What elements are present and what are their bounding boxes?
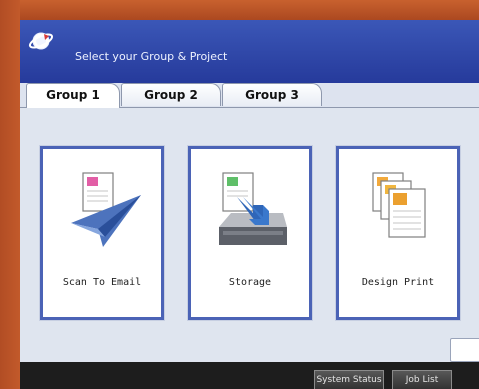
title-bar: Select your Group & Project xyxy=(20,20,479,86)
tab-group-2-label: Group 2 xyxy=(144,88,198,102)
storage-label: Storage xyxy=(228,277,272,288)
storage-tile[interactable]: Storage xyxy=(187,145,313,321)
scan-to-email-tile[interactable]: Scan To Email xyxy=(39,145,165,321)
paper-plane-scan-icon xyxy=(71,172,141,247)
design-print-label: Design Print xyxy=(361,277,435,288)
device-screen: Select your Group & Project Group 1 Grou… xyxy=(20,20,479,389)
design-print-tile[interactable]: Design Print xyxy=(335,145,461,321)
tab-group-3-label: Group 3 xyxy=(245,88,299,102)
scan-to-email-label: Scan To Email xyxy=(62,277,142,288)
device-bezel-top xyxy=(0,0,479,22)
main-panel: Scan To Email Storage Design Print xyxy=(20,108,479,362)
page-title: Select your Group & Project xyxy=(75,50,228,63)
tab-group-2[interactable]: Group 2 xyxy=(121,83,221,106)
status-bar: System Status Job List xyxy=(20,362,479,389)
job-list-button[interactable]: Job List xyxy=(392,370,452,389)
system-status-button[interactable]: System Status xyxy=(314,370,384,389)
tab-group-1[interactable]: Group 1 xyxy=(26,83,120,108)
tab-group-3[interactable]: Group 3 xyxy=(222,83,322,106)
device-bezel-left xyxy=(0,0,20,389)
storage-drive-icon xyxy=(219,172,287,245)
stacked-documents-icon xyxy=(372,172,426,238)
satellite-ring-logo-icon xyxy=(28,32,54,50)
tab-group-1-label: Group 1 xyxy=(46,88,100,102)
scroll-button[interactable] xyxy=(450,338,479,362)
